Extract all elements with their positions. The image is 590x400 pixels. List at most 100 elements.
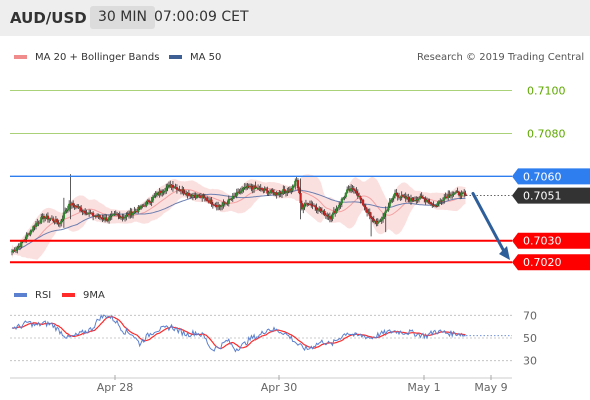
x-tick-Apr 30: Apr 30: [261, 381, 298, 394]
candle-body: [336, 207, 339, 209]
candle-body: [298, 188, 301, 194]
candle-body: [383, 213, 386, 217]
price-label-0.7080: 0.7080: [527, 127, 566, 140]
candle-body: [449, 195, 452, 197]
candle-body: [457, 191, 460, 196]
candle-body: [202, 195, 205, 197]
price-chart[interactable]: 0.7100 0.7080 0.7060 0.7030 0.7020 0.7051 70 5…: [0, 0, 590, 400]
candle-body: [115, 213, 119, 215]
candle-body: [60, 221, 63, 224]
candle-body: [399, 196, 402, 198]
bollinger-fill: [12, 174, 466, 260]
candle-body: [52, 218, 55, 222]
candle-body: [362, 199, 365, 206]
candle-body: [381, 216, 385, 220]
candle-body: [123, 216, 127, 219]
candle-body: [109, 216, 112, 218]
candle-body: [147, 200, 151, 203]
candle-body: [38, 222, 42, 224]
candle-body: [98, 215, 101, 218]
candle-body: [178, 189, 181, 191]
candle-body: [219, 206, 222, 208]
rsi-9ma-line: [11, 315, 466, 350]
candle-body: [210, 199, 213, 205]
candle-body: [411, 198, 414, 201]
candle-body: [44, 217, 47, 219]
candle-body: [342, 197, 345, 199]
candle-body: [34, 223, 38, 227]
candle: [362, 198, 365, 206]
candle-body: [72, 202, 75, 206]
candle-body: [205, 197, 208, 201]
candle-body: [131, 212, 135, 216]
candle-body: [417, 198, 421, 200]
candle-body: [240, 189, 244, 192]
candle-body: [150, 200, 153, 203]
candle-body: [84, 210, 87, 214]
candle-body: [423, 198, 426, 200]
rsi-tick-70: 70: [523, 309, 537, 322]
candle-body: [328, 216, 331, 219]
candle-body: [292, 185, 296, 187]
candle-body: [171, 184, 175, 188]
candle-body: [344, 192, 347, 197]
candle-body: [433, 205, 437, 207]
candle-body: [460, 192, 463, 197]
candle-body: [239, 191, 242, 193]
candle-body: [326, 214, 329, 217]
candle-body: [153, 195, 156, 197]
candle-body: [436, 203, 439, 207]
candle-body: [429, 202, 433, 205]
candle-body: [14, 249, 18, 252]
candle-body: [368, 211, 371, 217]
candle-body: [352, 188, 355, 190]
candle-body: [64, 211, 67, 213]
candle-body: [234, 195, 237, 197]
candle-body: [339, 203, 342, 205]
candle-body: [16, 247, 19, 250]
candle-body: [221, 204, 224, 207]
candle-body: [250, 185, 253, 188]
candle-body: [166, 185, 169, 188]
candle-body: [29, 230, 32, 235]
candle-body: [294, 180, 297, 186]
x-axis: Apr 28 Apr 30 May 1 May 9: [10, 375, 512, 394]
candle-body: [437, 201, 441, 204]
candle-body: [30, 230, 34, 231]
candle-body: [165, 187, 168, 191]
candle-body: [315, 207, 318, 210]
candle-body: [56, 219, 59, 223]
price-labels: 0.7100 0.7080 0.7060 0.7030 0.7020 0.7051: [512, 84, 590, 271]
price-label-0.7020: 0.7020: [523, 256, 562, 269]
rsi-panel: 70 50 30: [10, 309, 537, 368]
candle-body: [359, 196, 362, 200]
candle-body: [145, 201, 148, 207]
candle-body: [356, 193, 359, 197]
candle-body: [25, 234, 28, 239]
candle-body: [299, 193, 302, 204]
candle-body: [254, 185, 257, 188]
bollinger-band: [12, 174, 466, 260]
candle-body: [314, 205, 317, 208]
candle-body: [389, 199, 393, 202]
candle-body: [310, 203, 313, 206]
candle-body: [370, 216, 373, 218]
candle-body: [385, 210, 389, 212]
candle-body: [268, 192, 272, 194]
candle-body: [62, 212, 65, 219]
candle-body: [379, 220, 382, 222]
candle-body: [452, 193, 455, 195]
candle-body: [453, 192, 456, 194]
candle-body: [80, 207, 83, 211]
candle-body: [117, 214, 120, 216]
candle-body: [346, 189, 349, 193]
arrow-shaft: [471, 192, 508, 257]
candle-body: [264, 188, 268, 190]
candle-body: [66, 209, 69, 211]
candle-body: [380, 219, 383, 221]
candle-body: [371, 217, 374, 219]
candle-body: [20, 241, 23, 248]
candle-body: [340, 198, 343, 204]
candle-body: [377, 221, 381, 223]
candle-body: [355, 191, 358, 194]
